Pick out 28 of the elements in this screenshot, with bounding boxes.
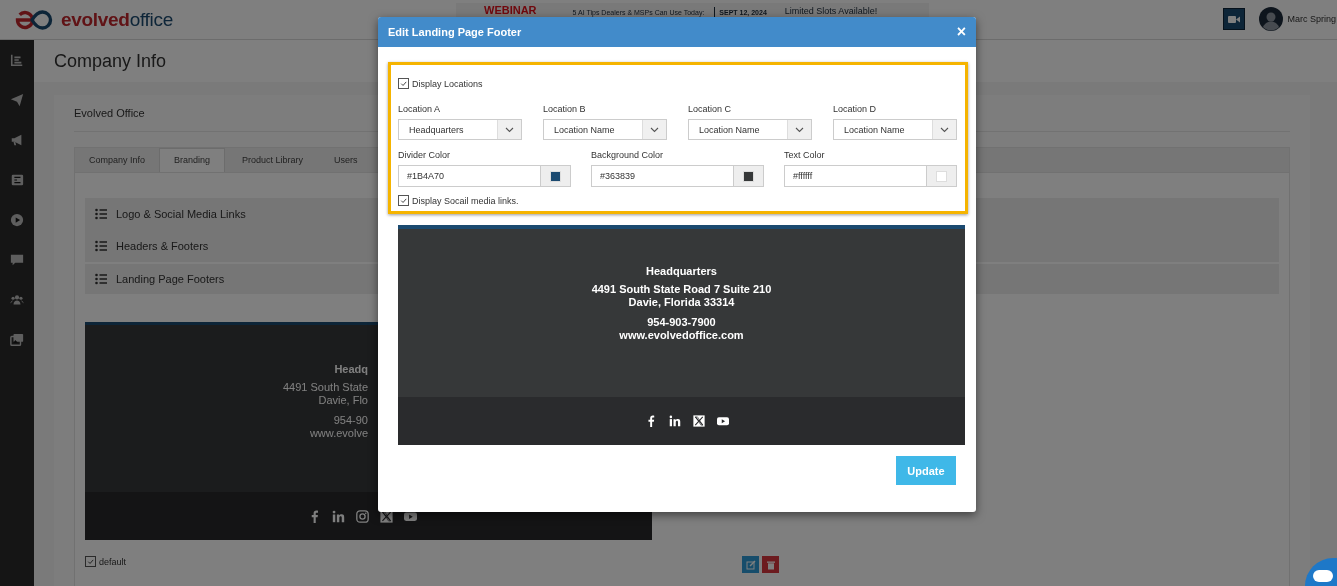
- checkbox-label: Display Socail media links.: [412, 195, 519, 206]
- footer-text: 4491 South State: [282, 381, 368, 394]
- footer-text: www.evolvedoffice.com: [618, 329, 745, 342]
- banner-note: Limited Slots Available!: [784, 5, 878, 17]
- footer-text: www.evolve: [308, 427, 368, 440]
- footer-text: 954-903-7900: [646, 316, 717, 329]
- checkbox-label: default: [99, 556, 127, 567]
- footer-text: Davie, Florida 33314: [627, 296, 736, 309]
- footer-text: 4491 South State Road 7 Suite 210: [591, 283, 772, 296]
- field-label: Background Color: [591, 150, 665, 160]
- field-label: Location A: [398, 104, 442, 114]
- checkbox-label: Display Locations: [412, 78, 483, 89]
- footer-text: Davie, Flo: [317, 394, 368, 407]
- modal-title: Edit Landing Page Footer: [388, 26, 522, 38]
- accordion-title: Landing Page Footers: [116, 273, 225, 285]
- logo-text: evolvedoffice: [61, 9, 173, 31]
- footer-text: 954-90: [332, 414, 368, 427]
- accordion-title: Headers & Footers: [116, 240, 209, 252]
- field-label: Divider Color: [398, 150, 451, 160]
- field-label: Location B: [543, 104, 587, 114]
- accordion-title: Logo & Social Media Links: [116, 208, 246, 220]
- page-title: Company Info: [54, 50, 167, 72]
- banner-title: WEBINAR: [484, 4, 537, 16]
- field-label: Location D: [833, 104, 878, 114]
- field-label: Location C: [688, 104, 733, 114]
- footer-text: Headquarters: [645, 265, 718, 278]
- field-label: Text Color: [784, 150, 826, 160]
- footer-text: Headq: [333, 363, 368, 376]
